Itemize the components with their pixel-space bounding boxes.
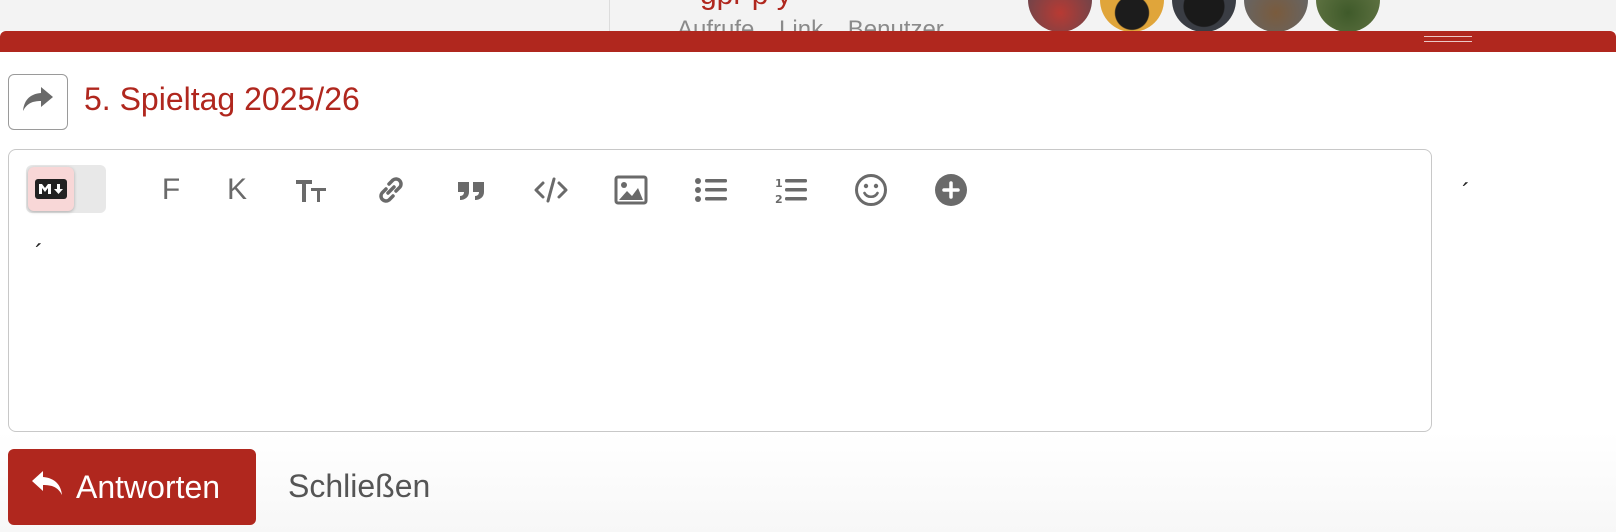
markdown-mode-toggle[interactable] <box>26 165 106 213</box>
reply-action-button[interactable] <box>8 74 68 130</box>
editor-textarea[interactable]: ´ <box>35 240 43 268</box>
heading-button[interactable] <box>289 168 333 212</box>
avatar[interactable] <box>1172 0 1236 32</box>
avatar[interactable] <box>1100 0 1164 32</box>
preview-pane: ´ <box>1462 179 1470 206</box>
bullet-list-button[interactable] <box>689 168 733 212</box>
svg-text:2: 2 <box>775 193 783 205</box>
link-button[interactable] <box>369 168 413 212</box>
participant-avatars <box>1028 0 1380 32</box>
bullet-list-icon <box>695 178 727 202</box>
smile-icon <box>855 174 887 206</box>
avatar[interactable] <box>1028 0 1092 32</box>
svg-text:1: 1 <box>775 177 783 190</box>
background-topic-title: gpr p y <box>700 0 792 12</box>
avatar[interactable] <box>1244 0 1308 32</box>
text-size-icon <box>296 180 326 202</box>
image-button[interactable] <box>609 168 653 212</box>
avatar[interactable] <box>1316 0 1380 32</box>
code-button[interactable] <box>529 168 573 212</box>
bold-button[interactable]: F <box>149 168 193 212</box>
divider <box>609 0 610 32</box>
reply-submit-label: Antworten <box>76 468 221 505</box>
code-icon <box>534 177 568 203</box>
emoji-button[interactable] <box>849 168 893 212</box>
numbered-list-button[interactable]: 12 <box>769 168 813 212</box>
markdown-icon <box>28 167 74 211</box>
close-composer-link[interactable]: Schließen <box>288 468 430 505</box>
image-icon <box>614 175 648 205</box>
composer-resize-grip[interactable] <box>0 31 1616 52</box>
editor-box: F K 12 ´ <box>8 149 1432 432</box>
reply-submit-button[interactable]: Antworten <box>8 449 256 525</box>
background-topic-header: gpr p y Aufrufe Link Benutzer <box>0 0 1616 32</box>
editor-toolbar: F K 12 <box>9 150 1431 230</box>
quote-icon <box>458 182 484 200</box>
share-arrow-icon <box>21 85 55 120</box>
topic-title[interactable]: 5. Spieltag 2025/26 <box>84 81 360 118</box>
italic-button[interactable]: K <box>215 168 259 212</box>
more-button[interactable] <box>929 168 973 212</box>
grip-lines-icon <box>1424 36 1472 42</box>
numbered-list-icon: 12 <box>775 177 807 205</box>
reply-composer: 5. Spieltag 2025/26 F K 1 2 ´ ´ Antworte… <box>0 31 1616 532</box>
topic-stats: Aufrufe Link Benutzer <box>677 16 944 32</box>
plus-circle-icon <box>935 174 967 206</box>
reply-arrow-icon <box>30 468 64 506</box>
link-icon <box>379 177 403 203</box>
quote-button[interactable] <box>449 168 493 212</box>
